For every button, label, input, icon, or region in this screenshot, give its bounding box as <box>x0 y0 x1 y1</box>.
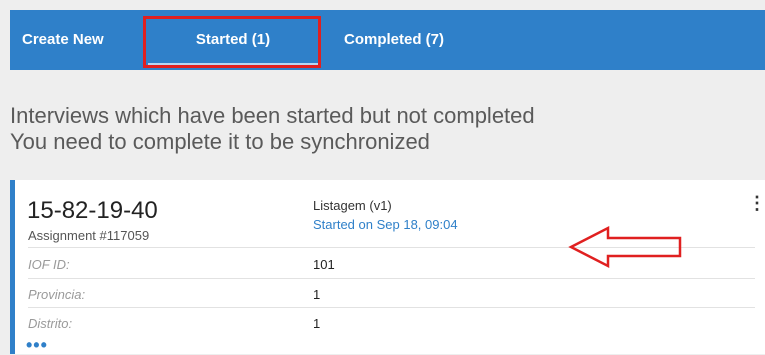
annotation-arrow-icon <box>568 225 682 269</box>
field-label-distrito: Distrito: <box>28 316 73 331</box>
field-label-provincia: Provincia: <box>28 287 86 302</box>
field-value-distrito: 1 <box>313 316 321 331</box>
divider <box>28 278 755 279</box>
intro-line-1: Interviews which have been started but n… <box>10 103 535 128</box>
field-value-provincia: 1 <box>313 287 321 302</box>
more-fields-icon[interactable]: ••• <box>26 336 48 354</box>
intro-line-2: You need to complete it to be synchroniz… <box>10 129 430 154</box>
interview-key: 15-82-19-40 <box>27 197 158 224</box>
divider <box>28 307 755 308</box>
field-value-iof-id: 101 <box>313 257 335 272</box>
annotation-highlight-box <box>143 16 321 68</box>
questionnaire-title: Listagem (v1) <box>313 198 392 213</box>
tab-completed[interactable]: Completed (7) <box>344 10 444 70</box>
intro-text: Interviews which have been started but n… <box>10 103 750 155</box>
kebab-menu-icon[interactable]: ⋮ <box>748 194 765 212</box>
tab-bar: Create New Started (1) Completed (7) <box>10 10 765 70</box>
assignment-number: Assignment #117059 <box>28 228 150 243</box>
started-date: Started on Sep 18, 09:04 <box>313 217 458 232</box>
tab-create-new[interactable]: Create New <box>22 10 104 70</box>
field-label-iof-id: IOF ID: <box>28 257 70 272</box>
